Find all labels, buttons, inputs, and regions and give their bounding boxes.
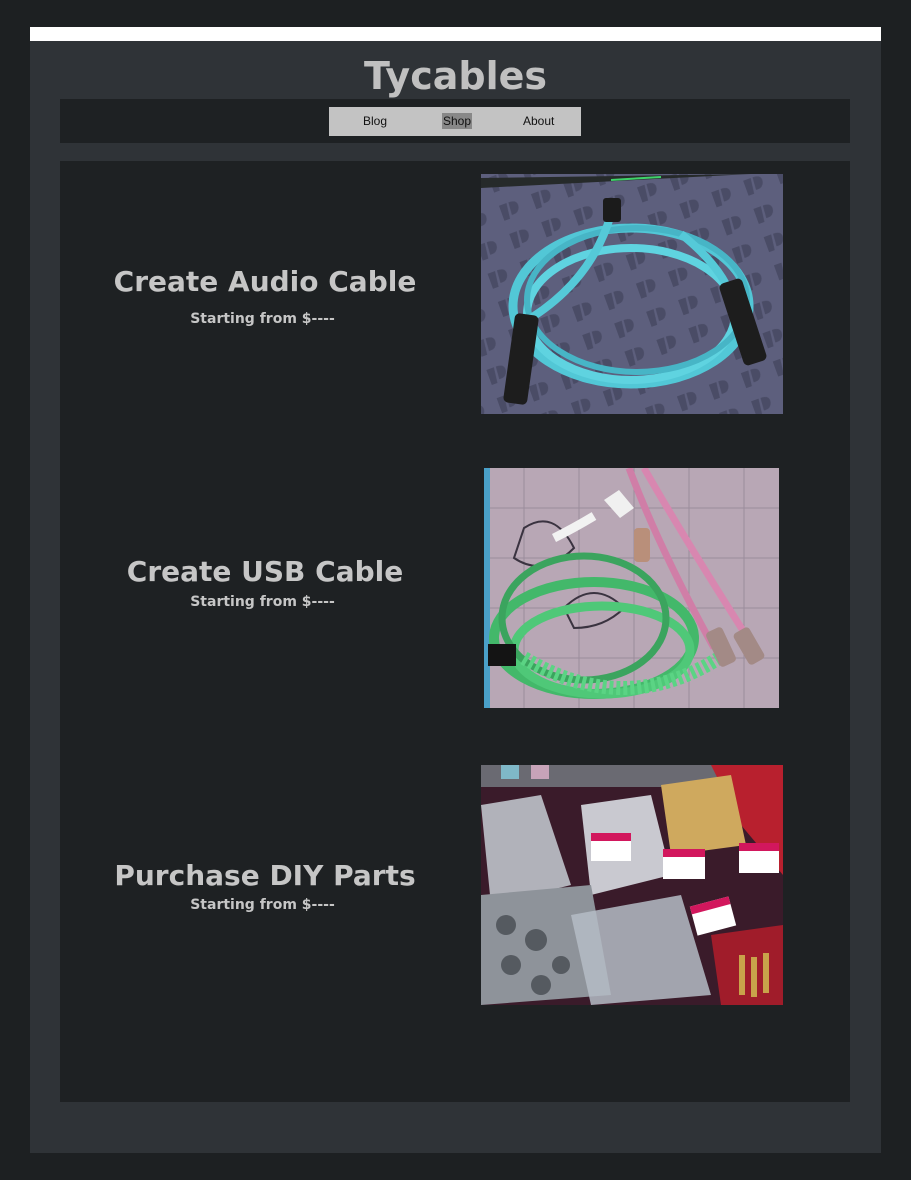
product-list: Create Audio Cable Starting from $---- C…: [60, 161, 850, 1102]
nav-menu: Blog Shop About: [329, 107, 581, 136]
product-price: Starting from $----: [190, 594, 335, 610]
usb-cable-image[interactable]: [484, 468, 779, 708]
product-title[interactable]: Create USB Cable: [60, 555, 470, 589]
navigation-bar: Blog Shop About: [60, 99, 850, 143]
diy-parts-image[interactable]: [481, 765, 783, 1005]
nav-item-about[interactable]: About: [523, 113, 554, 129]
audio-cable-image[interactable]: [481, 174, 783, 414]
site-title: Tycables: [364, 54, 547, 98]
nav-item-shop[interactable]: Shop: [442, 113, 473, 129]
product-title[interactable]: Purchase DIY Parts: [60, 859, 470, 893]
top-bar: [30, 27, 881, 41]
product-price: Starting from $----: [190, 897, 335, 913]
product-title[interactable]: Create Audio Cable: [60, 265, 470, 299]
nav-item-blog[interactable]: Blog: [363, 113, 387, 129]
product-price: Starting from $----: [190, 311, 335, 327]
page-frame: Tycables Blog Shop About Create Audio Ca…: [30, 27, 881, 1153]
